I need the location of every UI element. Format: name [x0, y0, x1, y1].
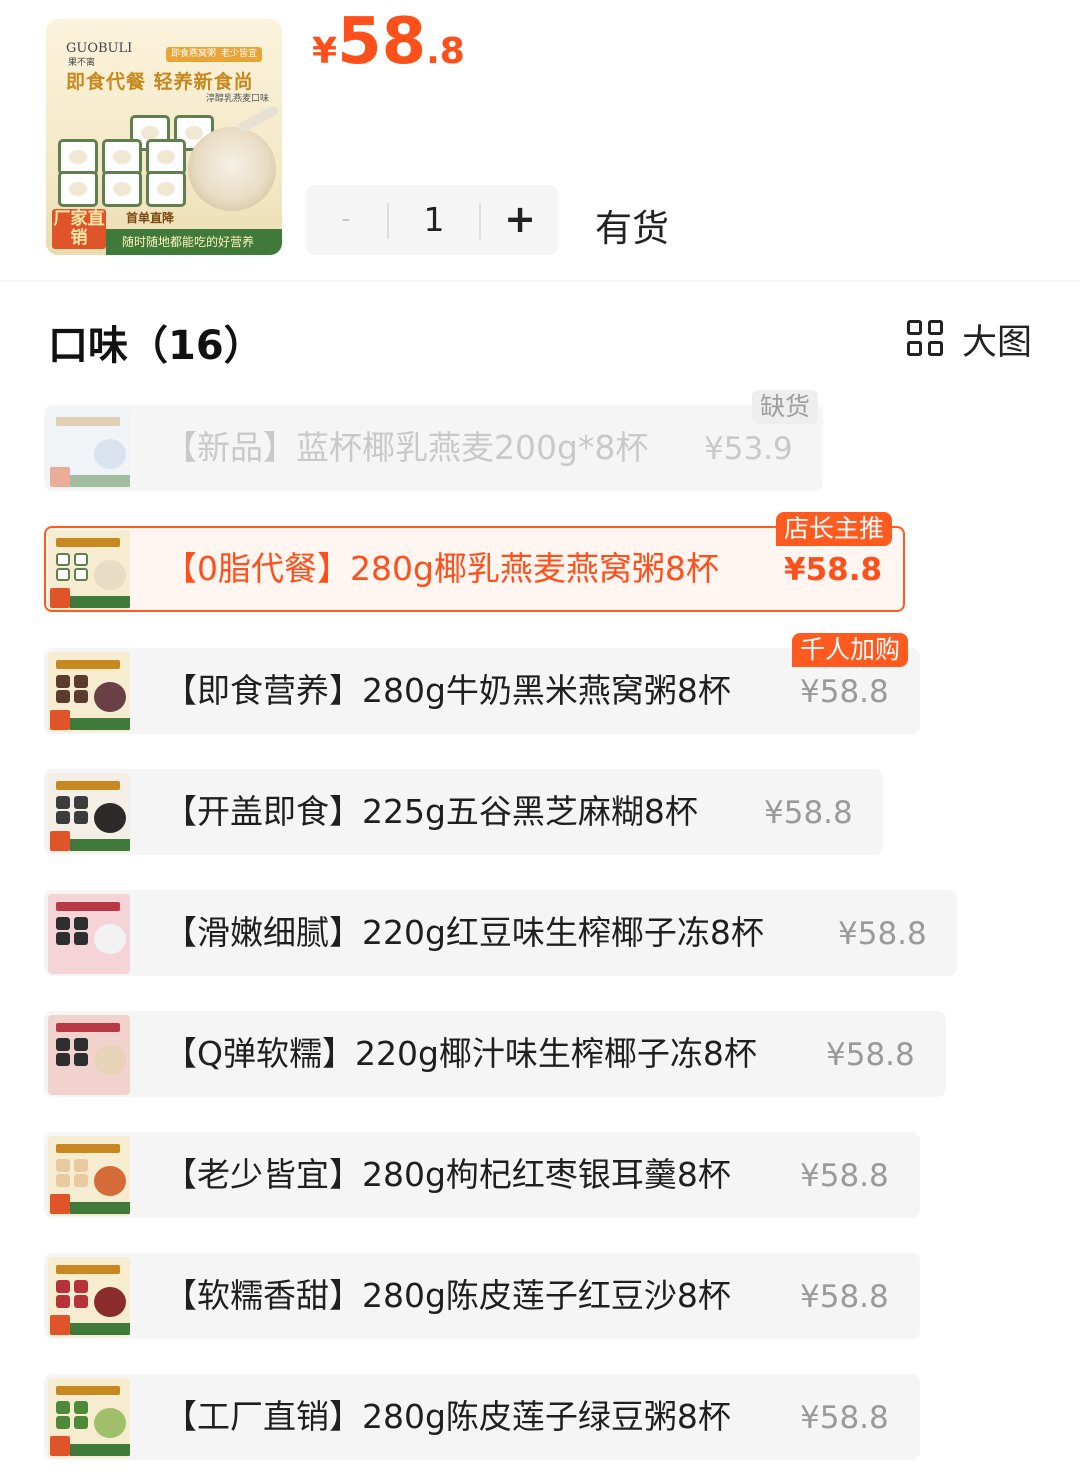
flavor-option[interactable]: 【Q弹软糯】220g椰汁味生榨椰子冻8杯 ¥58.8: [44, 1011, 946, 1097]
product-thumbnail[interactable]: GUOBULI 果不离 即食燕窝粥 老少皆宜 即食代餐 轻养新食尚 淳醇乳燕麦口…: [46, 19, 282, 255]
thumbnail-tag-b: 老少皆宜: [216, 47, 263, 62]
popular-badge: 千人加购: [792, 633, 909, 667]
flavor-label: 【新品】蓝杯椰乳燕麦200g*8杯: [164, 428, 649, 467]
big-view-toggle[interactable]: 大图: [907, 318, 1032, 363]
flavor-thumbnail: [48, 1378, 130, 1458]
quantity-stepper: - 1 +: [305, 185, 559, 255]
flavor-price: ¥58.8: [800, 1279, 889, 1315]
flavor-price: ¥58.8: [800, 1158, 889, 1194]
flavor-label: 【滑嫩细腻】220g红豆味生榨椰子冻8杯: [164, 913, 764, 952]
cup-image: [146, 171, 186, 207]
flavor-thumbnail: [48, 652, 130, 732]
flavor-price: ¥58.8: [764, 795, 853, 831]
flavor-thumbnail: [48, 894, 130, 974]
flavor-option[interactable]: 【即食营养】280g牛奶黑米燕窝粥8杯 ¥58.8: [44, 648, 920, 734]
thumbnail-tag-a: 即食燕窝粥: [166, 47, 222, 62]
thumbnail-banner: 随时随地都能吃的好营养: [106, 229, 282, 255]
flavor-section-title: 口味（16）: [48, 323, 264, 369]
thumbnail-first-drop: 首单直降: [126, 211, 175, 225]
flavor-option[interactable]: 【滑嫩细腻】220g红豆味生榨椰子冻8杯 ¥58.8: [44, 890, 957, 976]
big-view-label: 大图: [962, 322, 1033, 363]
cup-image: [102, 171, 142, 207]
thumbnail-subline: 淳醇乳燕麦口味: [206, 94, 270, 104]
price-decimal: .8: [426, 31, 465, 72]
flavor-label: 【老少皆宜】280g枸杞红枣银耳羹8杯: [164, 1155, 731, 1194]
recommend-badge: 店长主推: [776, 512, 893, 546]
flavor-thumbnail: [48, 773, 130, 853]
cup-image: [102, 139, 142, 175]
flavor-thumbnail: [48, 1015, 130, 1095]
flavor-thumbnail: [48, 1257, 130, 1337]
thumbnail-brand: GUOBULI: [66, 41, 133, 56]
flavor-thumbnail: [48, 409, 130, 489]
out-of-stock-badge: 缺货: [752, 390, 819, 424]
flavor-option[interactable]: 【软糯香甜】280g陈皮莲子红豆沙8杯 ¥58.8: [44, 1253, 920, 1339]
product-header: GUOBULI 果不离 即食燕窝粥 老少皆宜 即食代餐 轻养新食尚 淳醇乳燕麦口…: [0, 0, 1080, 282]
cup-image: [58, 139, 98, 175]
flavor-label: 【即食营养】280g牛奶黑米燕窝粥8杯: [164, 671, 731, 710]
flavor-thumbnail: [48, 1136, 130, 1216]
grid-icon: [907, 320, 945, 358]
flavor-label: 【0脂代餐】280g椰乳燕麦燕窝粥8杯: [164, 549, 719, 588]
flavor-price: ¥58.8: [826, 1037, 915, 1073]
flavor-option[interactable]: 【工厂直销】280g陈皮莲子绿豆粥8杯 ¥58.8: [44, 1374, 920, 1460]
increase-button[interactable]: +: [481, 185, 559, 255]
flavor-label: 【工厂直销】280g陈皮莲子绿豆粥8杯: [164, 1397, 731, 1436]
quantity-value[interactable]: 1: [389, 185, 479, 255]
flavor-price: ¥58.8: [800, 1400, 889, 1436]
bowl-image: [188, 127, 276, 211]
flavor-option[interactable]: 【老少皆宜】280g枸杞红枣银耳羹8杯 ¥58.8: [44, 1132, 920, 1218]
spoon-image: [236, 104, 280, 134]
flavor-label: 【开盖即食】225g五谷黑芝麻糊8杯: [164, 792, 698, 831]
flavor-option[interactable]: 【新品】蓝杯椰乳燕麦200g*8杯 ¥53.9: [44, 405, 823, 491]
flavor-label: 【软糯香甜】280g陈皮莲子红豆沙8杯: [164, 1276, 731, 1315]
thumbnail-factory-tag: 厂家直销: [52, 209, 106, 249]
thumbnail-headline: 即食代餐 轻养新食尚: [66, 71, 254, 93]
flavor-price: ¥58.8: [838, 916, 927, 952]
price-currency: ¥: [312, 31, 338, 72]
flavor-thumbnail: [48, 530, 130, 610]
flavor-label: 【Q弹软糯】220g椰汁味生榨椰子冻8杯: [164, 1034, 757, 1073]
cup-image: [58, 171, 98, 207]
flavor-option[interactable]: 【开盖即食】225g五谷黑芝麻糊8杯 ¥58.8: [44, 769, 883, 855]
product-price: ¥58.8: [312, 5, 465, 79]
decrease-button[interactable]: -: [305, 185, 387, 255]
cup-image: [146, 139, 186, 175]
stock-status: 有货: [595, 207, 669, 250]
price-integer: 58: [337, 5, 427, 79]
